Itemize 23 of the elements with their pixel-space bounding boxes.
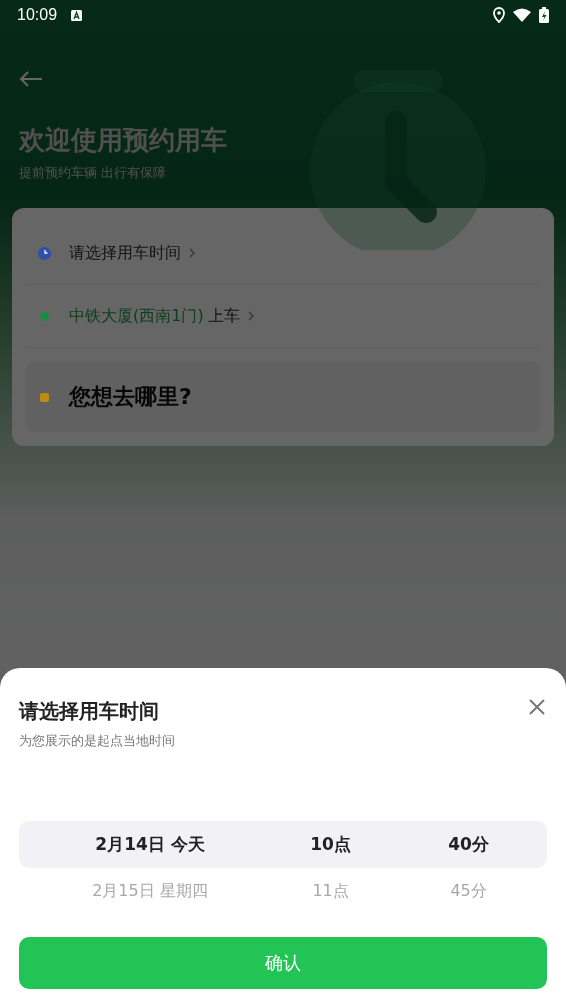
confirm-button[interactable]: 确认 <box>19 937 547 989</box>
keyboard-icon <box>71 9 83 21</box>
sheet-title: 请选择用车时间 <box>19 698 160 725</box>
close-icon[interactable] <box>529 699 545 715</box>
selected-time-row[interactable]: 2月14日 今天 10点 40分 <box>19 821 547 868</box>
time-prompt: 请选择用车时间 <box>69 242 181 264</box>
destination-field[interactable]: 您想去哪里? <box>26 362 540 432</box>
battery-icon <box>539 7 549 23</box>
pickup-label: 上车 <box>207 305 240 327</box>
time-option-row[interactable]: 2月15日 星期四 11点 45分 <box>19 868 547 915</box>
pickup-row[interactable]: 中铁大厦(西南1门) 上车 <box>26 285 540 348</box>
time-row[interactable]: 请选择用车时间 <box>26 222 540 285</box>
destination-prompt: 您想去哪里? <box>69 383 192 411</box>
chevron-icon <box>247 311 254 321</box>
status-time: 10:09 <box>17 6 58 24</box>
pickup-place: 中铁大厦(西南1门) <box>69 305 204 327</box>
page-subtitle: 提前预约车辆 出行有保障 <box>19 164 167 182</box>
location-icon <box>493 7 505 23</box>
sheet-subtitle: 为您展示的是起点当地时间 <box>19 732 175 750</box>
page-title: 欢迎使用预约用车 <box>19 124 227 157</box>
chevron-icon <box>189 248 195 258</box>
back-arrow-icon[interactable] <box>19 70 43 88</box>
wifi-icon <box>513 8 531 22</box>
